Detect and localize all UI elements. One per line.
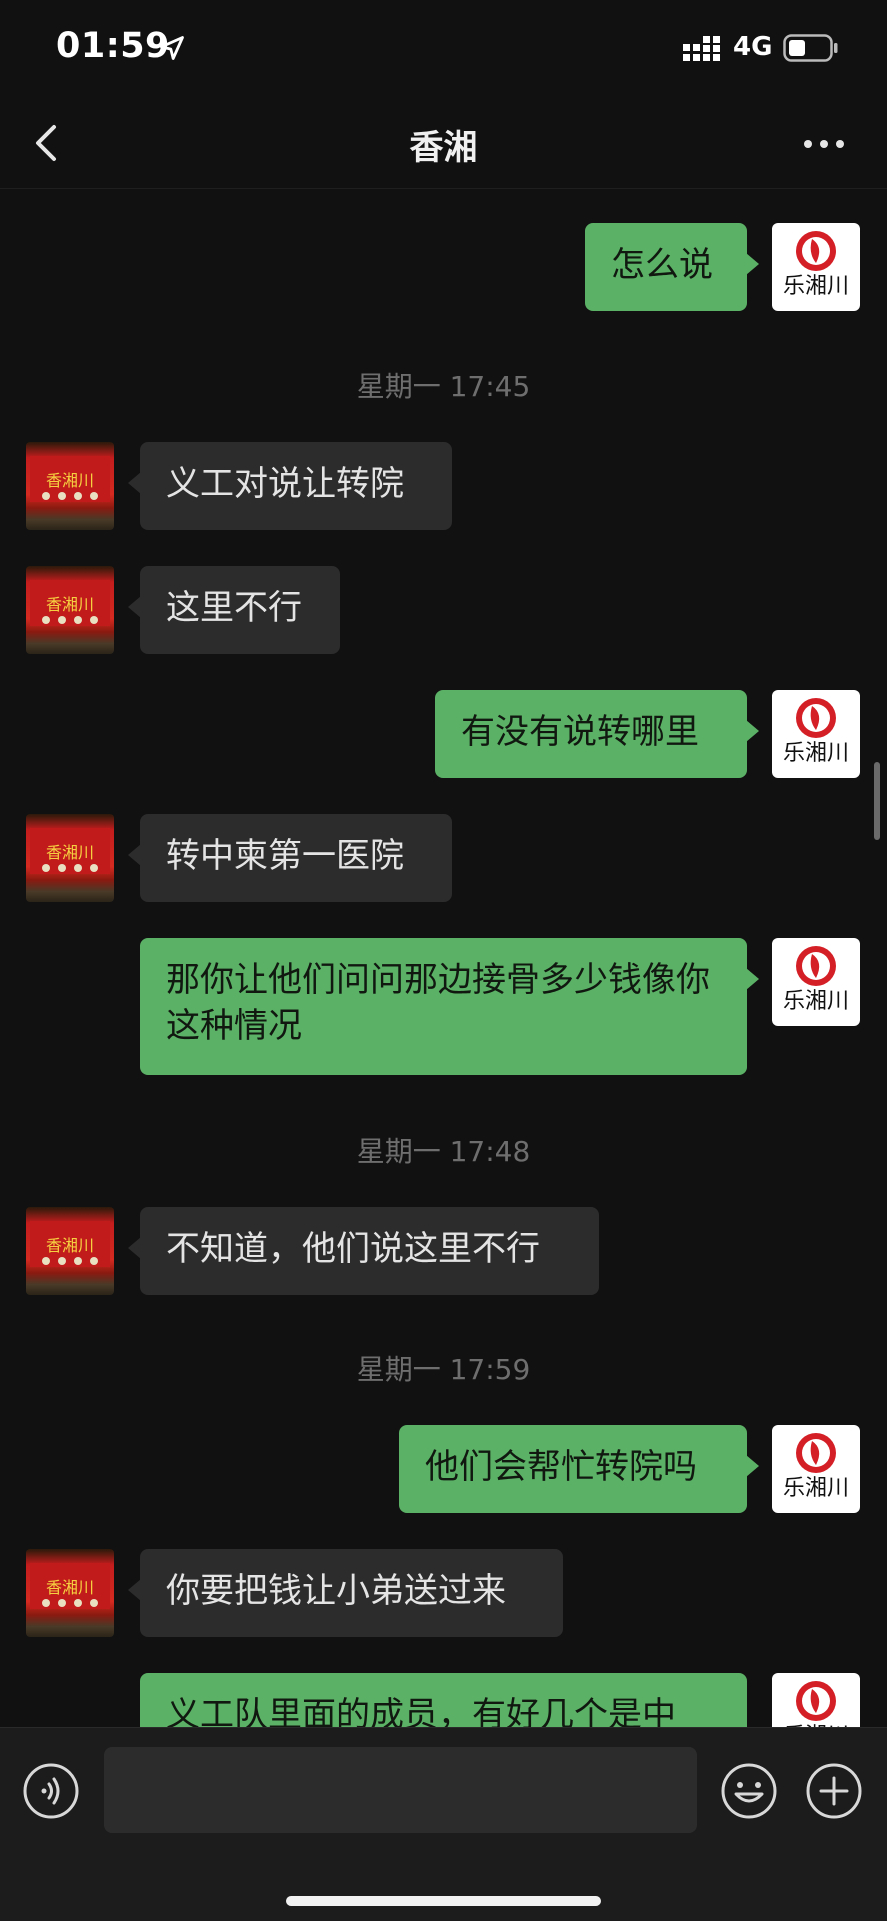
- avatar-sign-text: 香湘川: [46, 1236, 94, 1255]
- my-avatar[interactable]: 乐湘川: [772, 1425, 860, 1513]
- message-bubble-incoming[interactable]: 不知道，他们说这里不行: [128, 1207, 599, 1295]
- storefront-sign-icon: 香湘川: [30, 1563, 110, 1609]
- contact-avatar[interactable]: 香湘川: [26, 442, 114, 530]
- message-bubble-outgoing[interactable]: 怎么说: [585, 223, 759, 311]
- plus-icon[interactable]: [805, 1762, 863, 1820]
- restaurant-logo-icon: 乐湘川: [783, 946, 849, 1014]
- status-bar: 01:59 4G: [0, 0, 887, 100]
- chat-title: 香湘: [409, 128, 478, 168]
- message-bubble-incoming[interactable]: 你要把钱让小弟送过来: [128, 1549, 563, 1637]
- avatar-logo-text: 乐湘川: [783, 274, 849, 299]
- my-avatar[interactable]: 乐湘川: [772, 690, 860, 778]
- message-bubble-outgoing[interactable]: 有没有说转哪里: [435, 690, 759, 778]
- contact-avatar[interactable]: 香湘川: [26, 1207, 114, 1295]
- restaurant-logo-icon: 乐湘川: [783, 1681, 849, 1727]
- avatar-sign-text: 香湘川: [46, 1578, 94, 1597]
- restaurant-logo-icon: 乐湘川: [783, 1433, 849, 1501]
- ellipsis-icon[interactable]: [800, 124, 848, 164]
- status-time: 01:59: [56, 26, 170, 66]
- time-divider: 星期一 17:48: [356, 1135, 531, 1168]
- message-bubble-incoming[interactable]: 转中柬第一医院: [128, 814, 452, 902]
- storefront-sign-icon: 香湘川: [30, 828, 110, 874]
- avatar-sign-text: 香湘川: [46, 843, 94, 862]
- message-bubble-outgoing[interactable]: 他们会帮忙转院吗: [399, 1425, 759, 1513]
- message-bubble-outgoing[interactable]: 那你让他们问问那边接骨多少钱像你这种情况: [140, 938, 759, 1075]
- message-input[interactable]: [104, 1747, 697, 1833]
- voice-icon[interactable]: [22, 1762, 80, 1820]
- storefront-sign-icon: 香湘川: [30, 1221, 110, 1267]
- message-bubble-incoming[interactable]: 义工对说让转院: [128, 442, 452, 530]
- contact-avatar[interactable]: 香湘川: [26, 566, 114, 654]
- my-avatar[interactable]: 乐湘川: [772, 223, 860, 311]
- message-bubble-outgoing[interactable]: 义工队里面的成员，有好几个是中: [140, 1673, 747, 1727]
- location-arrow-icon: [160, 36, 184, 60]
- restaurant-logo-icon: 乐湘川: [783, 231, 849, 299]
- emoji-icon[interactable]: [720, 1762, 778, 1820]
- network-type: 4G: [733, 32, 773, 62]
- restaurant-logo-icon: 乐湘川: [783, 698, 849, 766]
- avatar-sign-text: 香湘川: [46, 471, 94, 490]
- avatar-logo-text: 乐湘川: [783, 1476, 849, 1501]
- input-bar: [0, 1727, 887, 1921]
- home-indicator: [286, 1896, 601, 1906]
- time-divider: 星期一 17:59: [356, 1353, 531, 1386]
- chat-scrollbar[interactable]: [874, 762, 880, 840]
- storefront-sign-icon: 香湘川: [30, 580, 110, 626]
- avatar-logo-text: 乐湘川: [783, 741, 849, 766]
- battery-icon: [783, 34, 838, 62]
- time-divider: 星期一 17:45: [356, 370, 531, 403]
- message-bubble-incoming[interactable]: 这里不行: [128, 566, 340, 654]
- contact-avatar[interactable]: 香湘川: [26, 814, 114, 902]
- storefront-sign-icon: 香湘川: [30, 456, 110, 502]
- avatar-sign-text: 香湘川: [46, 595, 94, 614]
- contact-avatar[interactable]: 香湘川: [26, 1549, 114, 1637]
- chat-header: 香湘: [0, 100, 887, 189]
- signal-bars-icon: [683, 36, 720, 61]
- my-avatar[interactable]: 乐湘川: [772, 1673, 860, 1727]
- my-avatar[interactable]: 乐湘川: [772, 938, 860, 1026]
- message-list[interactable]: 怎么说 乐湘川 星期一 17:45 香湘川 义工对说让转院 香湘川 这里不行 有…: [0, 189, 887, 1727]
- avatar-logo-text: 乐湘川: [783, 989, 849, 1014]
